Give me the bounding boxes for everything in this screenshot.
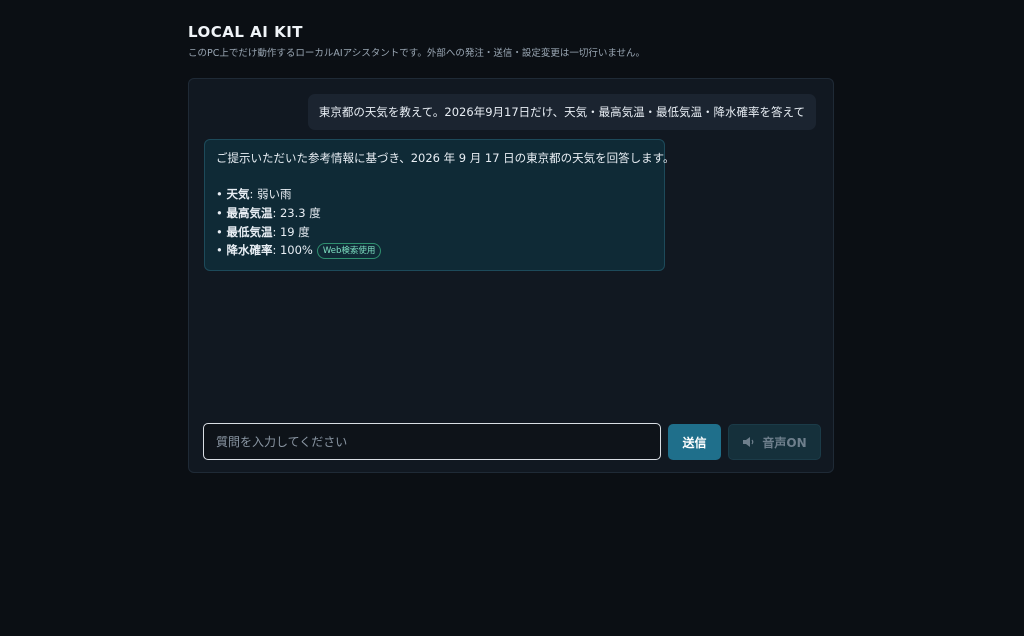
web-search-badge: Web検索使用	[316, 243, 382, 260]
list-item-max-temp: • 最高気温: 23.3 度	[216, 204, 653, 223]
item-value: : 23.3 度	[272, 205, 321, 220]
bullet: •	[216, 187, 223, 201]
assistant-intro: ご提示いただいた参考情報に基づき、2026 年 9 月 17 日の東京都の天気を…	[216, 151, 675, 165]
bullet: •	[216, 205, 223, 220]
app-subtitle: このPC上でだけ動作するローカルAIアシスタントです。外部への発注・送信・設定変…	[188, 48, 646, 59]
list-item-min-temp: • 最低気温: 19 度	[216, 223, 653, 242]
question-input[interactable]	[203, 423, 661, 460]
list-item-weather: • 天気: 弱い雨	[216, 185, 653, 204]
header: LOCAL AI KIT このPC上でだけ動作するローカルAIアシスタントです。…	[188, 22, 645, 60]
app-title: LOCAL AI KIT	[188, 23, 304, 41]
item-key: 最高気温	[226, 205, 273, 220]
speaker-icon	[742, 436, 756, 448]
user-message: 東京都の天気を教えて。2026年9月17日だけ、天気・最高気温・最低気温・降水確…	[307, 94, 816, 130]
bullet: •	[216, 224, 223, 239]
app-root: LOCAL AI KIT このPC上でだけ動作するローカルAIアシスタントです。…	[0, 0, 1024, 636]
assistant-message: ご提示いただいた参考情報に基づき、2026 年 9 月 17 日の東京都の天気を…	[204, 139, 675, 271]
item-value: : 弱い雨	[249, 187, 292, 201]
item-key: 天気	[226, 187, 250, 201]
assistant-list: • 天気: 弱い雨 • 最高気温: 23.3 度 • 最低気温: 19 度 • …	[216, 185, 653, 260]
list-item-precipitation: • 降水確率: 100% Web検索使用	[216, 241, 653, 260]
send-button[interactable]: 送信	[668, 424, 721, 460]
item-key: 降水確率	[226, 243, 273, 258]
voice-label: 音声ON	[762, 435, 807, 450]
voice-toggle-button[interactable]: 音声ON	[728, 424, 821, 460]
item-value: : 19 度	[272, 224, 310, 239]
item-key: 最低気温	[226, 224, 273, 239]
chat-panel: 東京都の天気を教えて。2026年9月17日だけ、天気・最高気温・最低気温・降水確…	[188, 78, 834, 473]
item-value: : 100%	[272, 243, 313, 258]
bullet: •	[216, 243, 223, 258]
